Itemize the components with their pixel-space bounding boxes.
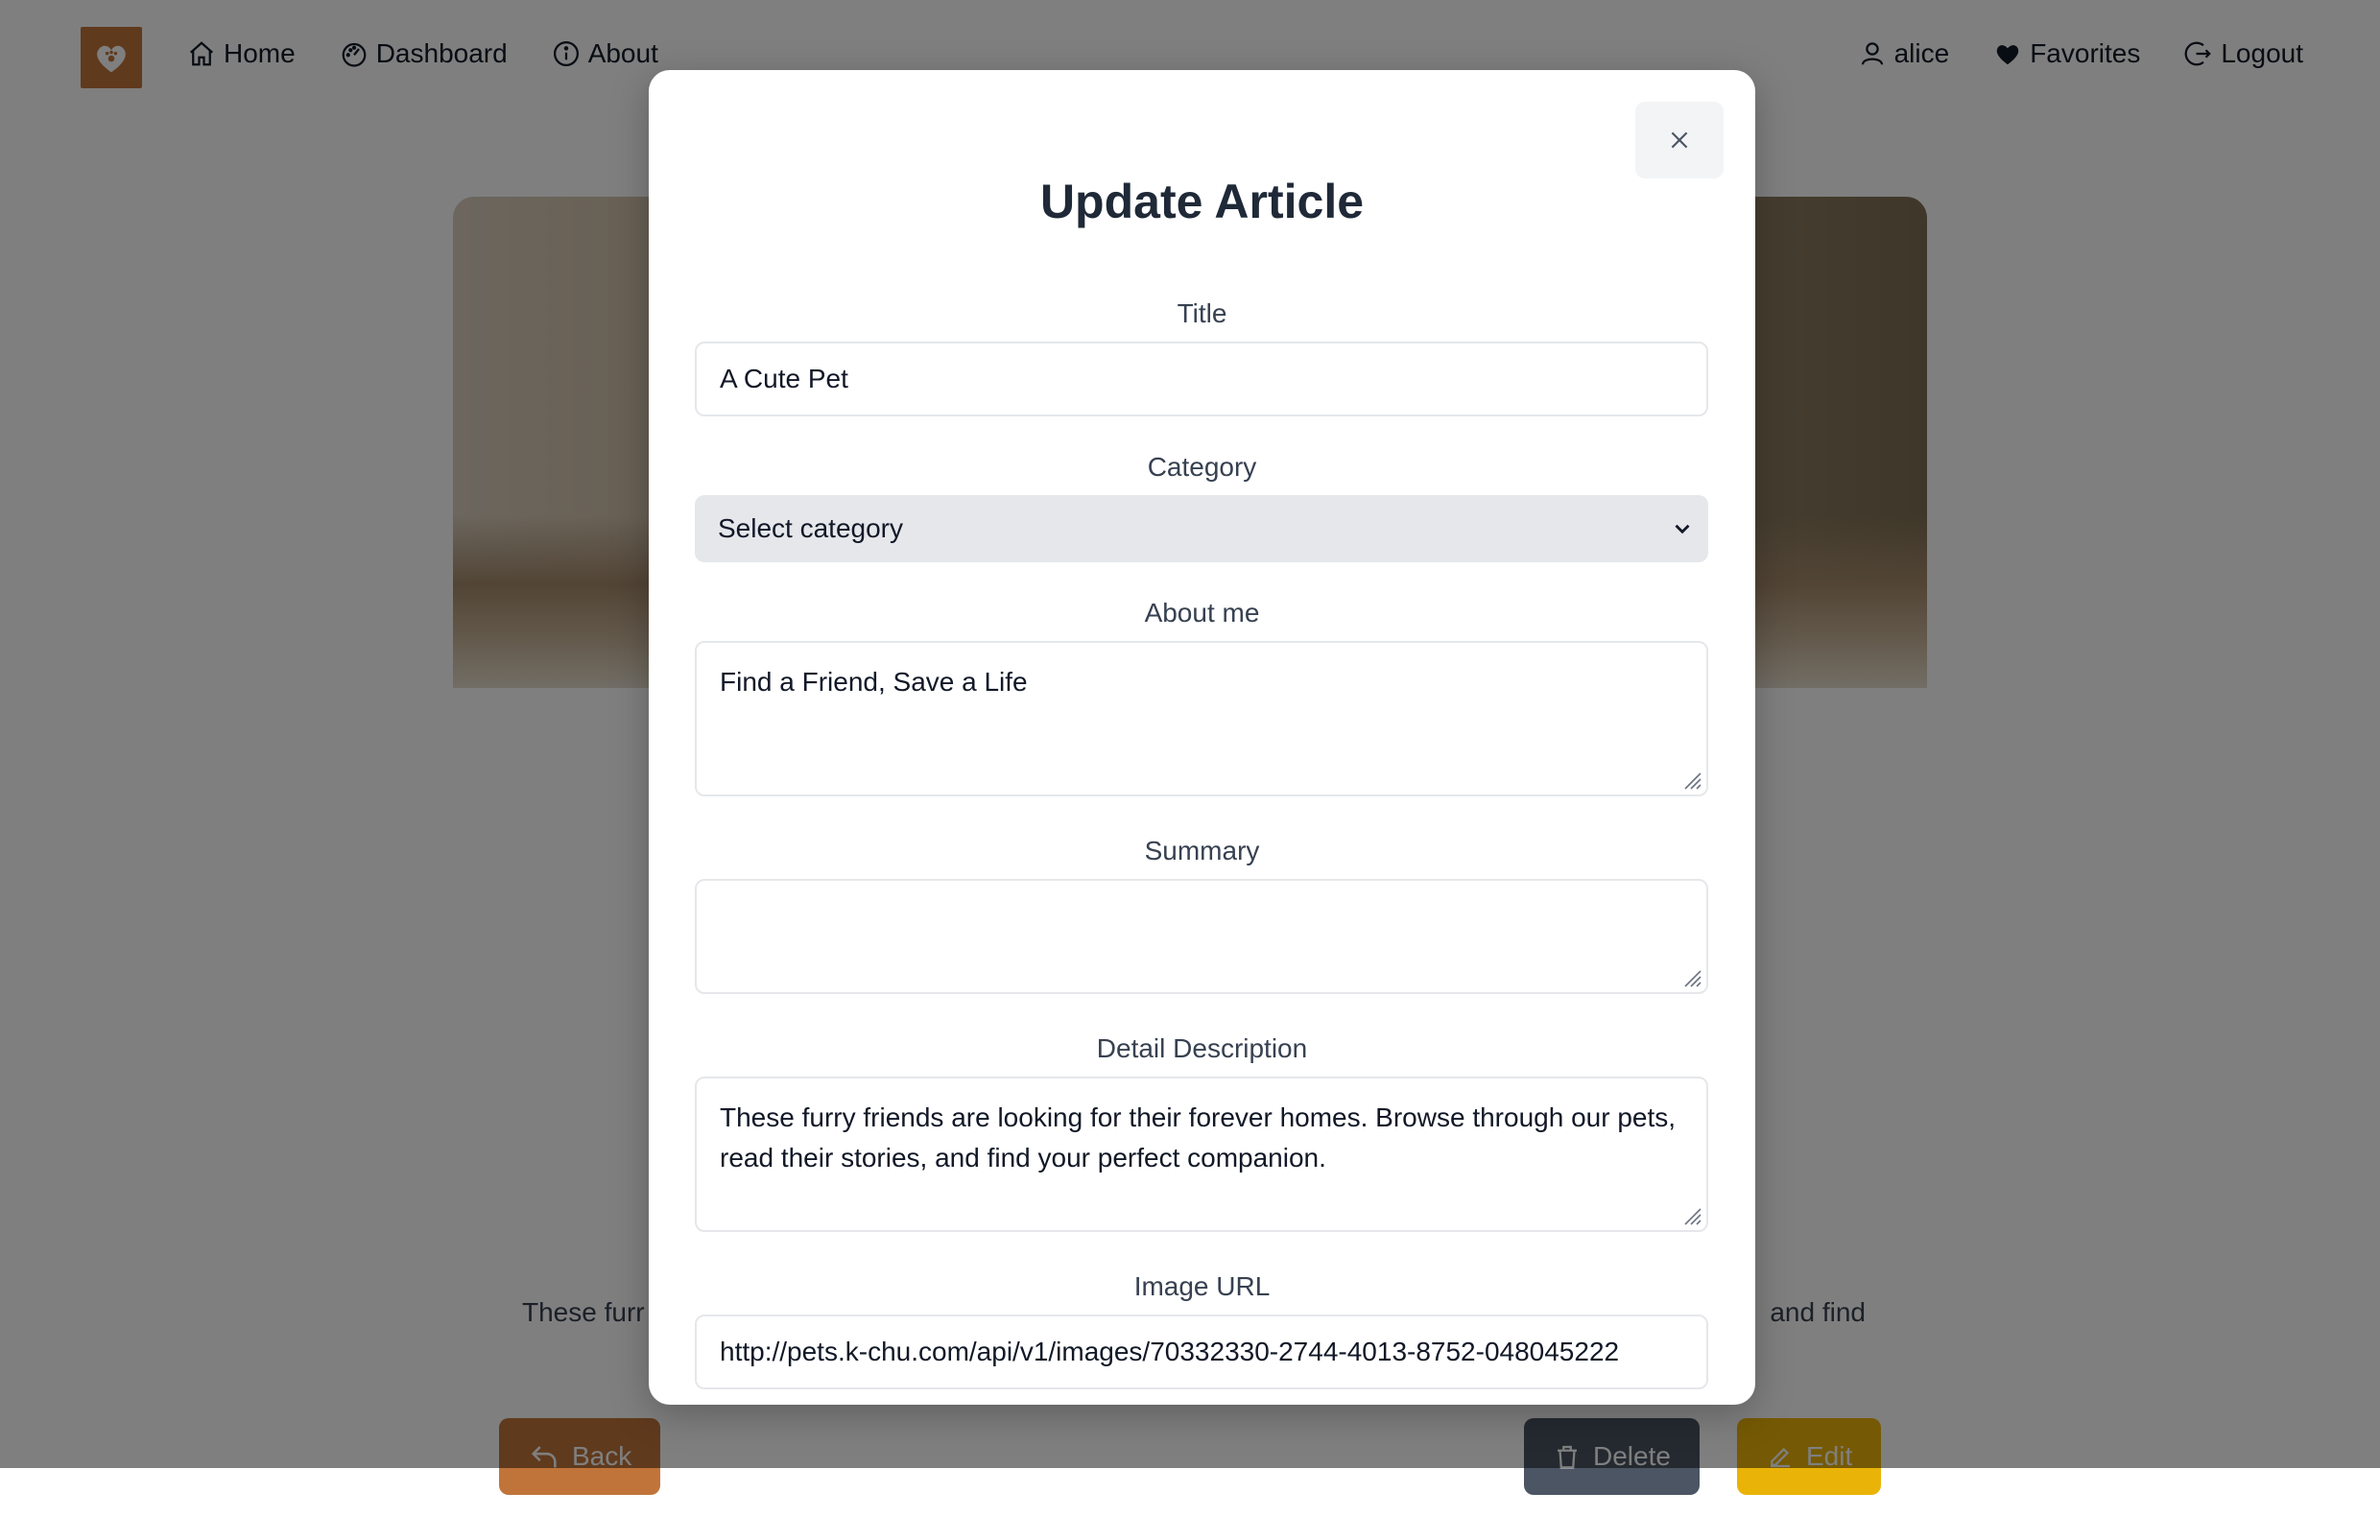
category-select[interactable]: Select category [695, 495, 1708, 562]
update-article-modal: Update Article Title A Cute Pet Category… [649, 70, 1755, 1405]
summary-label: Summary [1144, 836, 1260, 865]
close-button[interactable] [1635, 102, 1724, 178]
title-input[interactable]: A Cute Pet [695, 342, 1708, 416]
about-textarea[interactable]: Find a Friend, Save a Life [695, 641, 1708, 796]
summary-textarea[interactable] [695, 879, 1708, 994]
detail-textarea-value: These furry friends are looking for thei… [720, 1102, 1677, 1173]
detail-label: Detail Description [1096, 1033, 1308, 1063]
close-icon [1671, 131, 1688, 149]
about-textarea-value: Find a Friend, Save a Life [720, 667, 1028, 697]
image-url-label: Image URL [1133, 1271, 1271, 1301]
resize-handle-icon[interactable] [1679, 1203, 1702, 1226]
about-label: About me [1144, 598, 1260, 628]
modal-title: Update Article [1039, 175, 1365, 228]
category-label: Category [1147, 452, 1257, 482]
image-url-input[interactable]: http://pets.k-chu.com/api/v1/images/7033… [695, 1315, 1708, 1389]
resize-handle-icon[interactable] [1679, 965, 1702, 988]
chevron-down-icon [1675, 524, 1690, 534]
category-select-value: Select category [718, 513, 903, 543]
resize-handle-icon[interactable] [1679, 768, 1702, 791]
title-label: Title [1177, 298, 1227, 328]
detail-textarea[interactable]: These furry friends are looking for thei… [695, 1077, 1708, 1232]
